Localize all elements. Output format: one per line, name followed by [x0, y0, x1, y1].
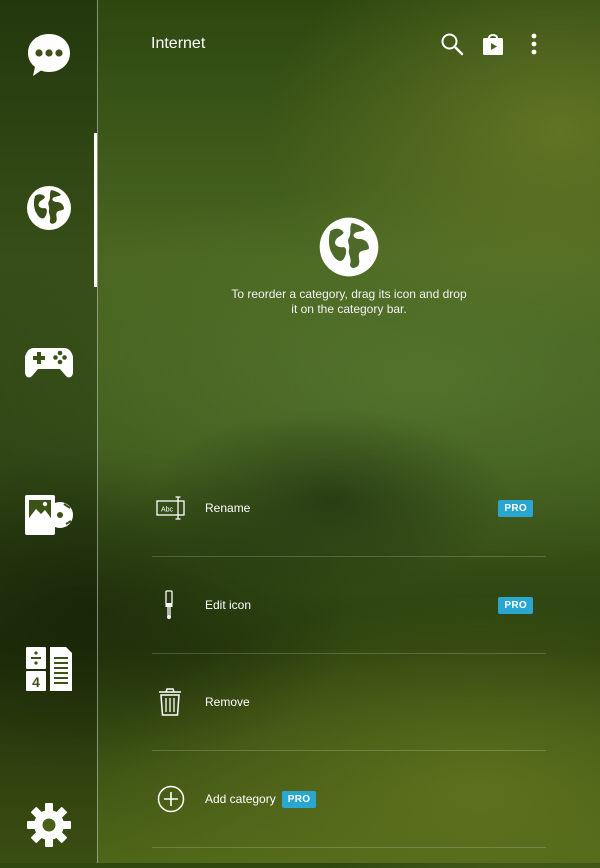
- overflow-menu-icon: [531, 33, 537, 55]
- gear-icon: [26, 803, 71, 847]
- category-options-list: Abc Rename PRO Edit icon PRO Remove Add …: [152, 460, 546, 848]
- pro-badge: PRO: [498, 597, 533, 614]
- svg-text:4: 4: [32, 674, 40, 690]
- calculator-icon: 4: [25, 647, 72, 691]
- trash-icon: [156, 687, 202, 717]
- store-icon: [483, 34, 503, 55]
- globe-icon: [26, 186, 71, 230]
- rename-label: Rename: [205, 501, 251, 515]
- overflow-menu-button[interactable]: [521, 31, 547, 57]
- action-bar: Internet: [98, 0, 600, 88]
- add-category-label: Add category: [205, 792, 276, 806]
- sidebar-item-settings[interactable]: [0, 782, 97, 868]
- sidebar-item-chat[interactable]: [0, 12, 97, 98]
- page-title: Internet: [151, 35, 206, 52]
- pro-badge: PRO: [498, 500, 533, 517]
- store-button[interactable]: [480, 31, 506, 57]
- globe-icon: [319, 217, 379, 277]
- remove-label: Remove: [205, 695, 250, 709]
- rename-icon: Abc: [156, 493, 202, 523]
- add-circle-icon: [156, 784, 202, 814]
- chat-bubble-icon: [27, 34, 70, 76]
- active-category-indicator: [94, 133, 97, 287]
- sidebar-item-games[interactable]: [0, 319, 97, 405]
- edit-icon-label: Edit icon: [205, 598, 252, 612]
- add-category-row[interactable]: Add category PRO: [152, 751, 546, 848]
- paintbrush-icon: [156, 590, 202, 620]
- media-icon: [24, 495, 73, 535]
- sidebar-item-media[interactable]: [0, 472, 97, 558]
- pro-badge: PRO: [281, 790, 317, 808]
- category-empty-state: To reorder a category, drag its icon and…: [98, 215, 600, 317]
- rename-row[interactable]: Abc Rename PRO: [152, 460, 546, 557]
- edit-icon-row[interactable]: Edit icon PRO: [152, 557, 546, 654]
- search-icon: [441, 33, 464, 56]
- category-sidebar: 4: [0, 0, 98, 863]
- svg-text:Abc: Abc: [161, 507, 174, 514]
- gamepad-icon: [24, 348, 73, 378]
- reorder-hint: To reorder a category, drag its icon and…: [231, 287, 467, 316]
- sidebar-item-tools[interactable]: 4: [0, 626, 97, 712]
- search-button[interactable]: [439, 31, 465, 57]
- sidebar-item-internet[interactable]: [0, 165, 97, 251]
- remove-row[interactable]: Remove: [152, 654, 546, 751]
